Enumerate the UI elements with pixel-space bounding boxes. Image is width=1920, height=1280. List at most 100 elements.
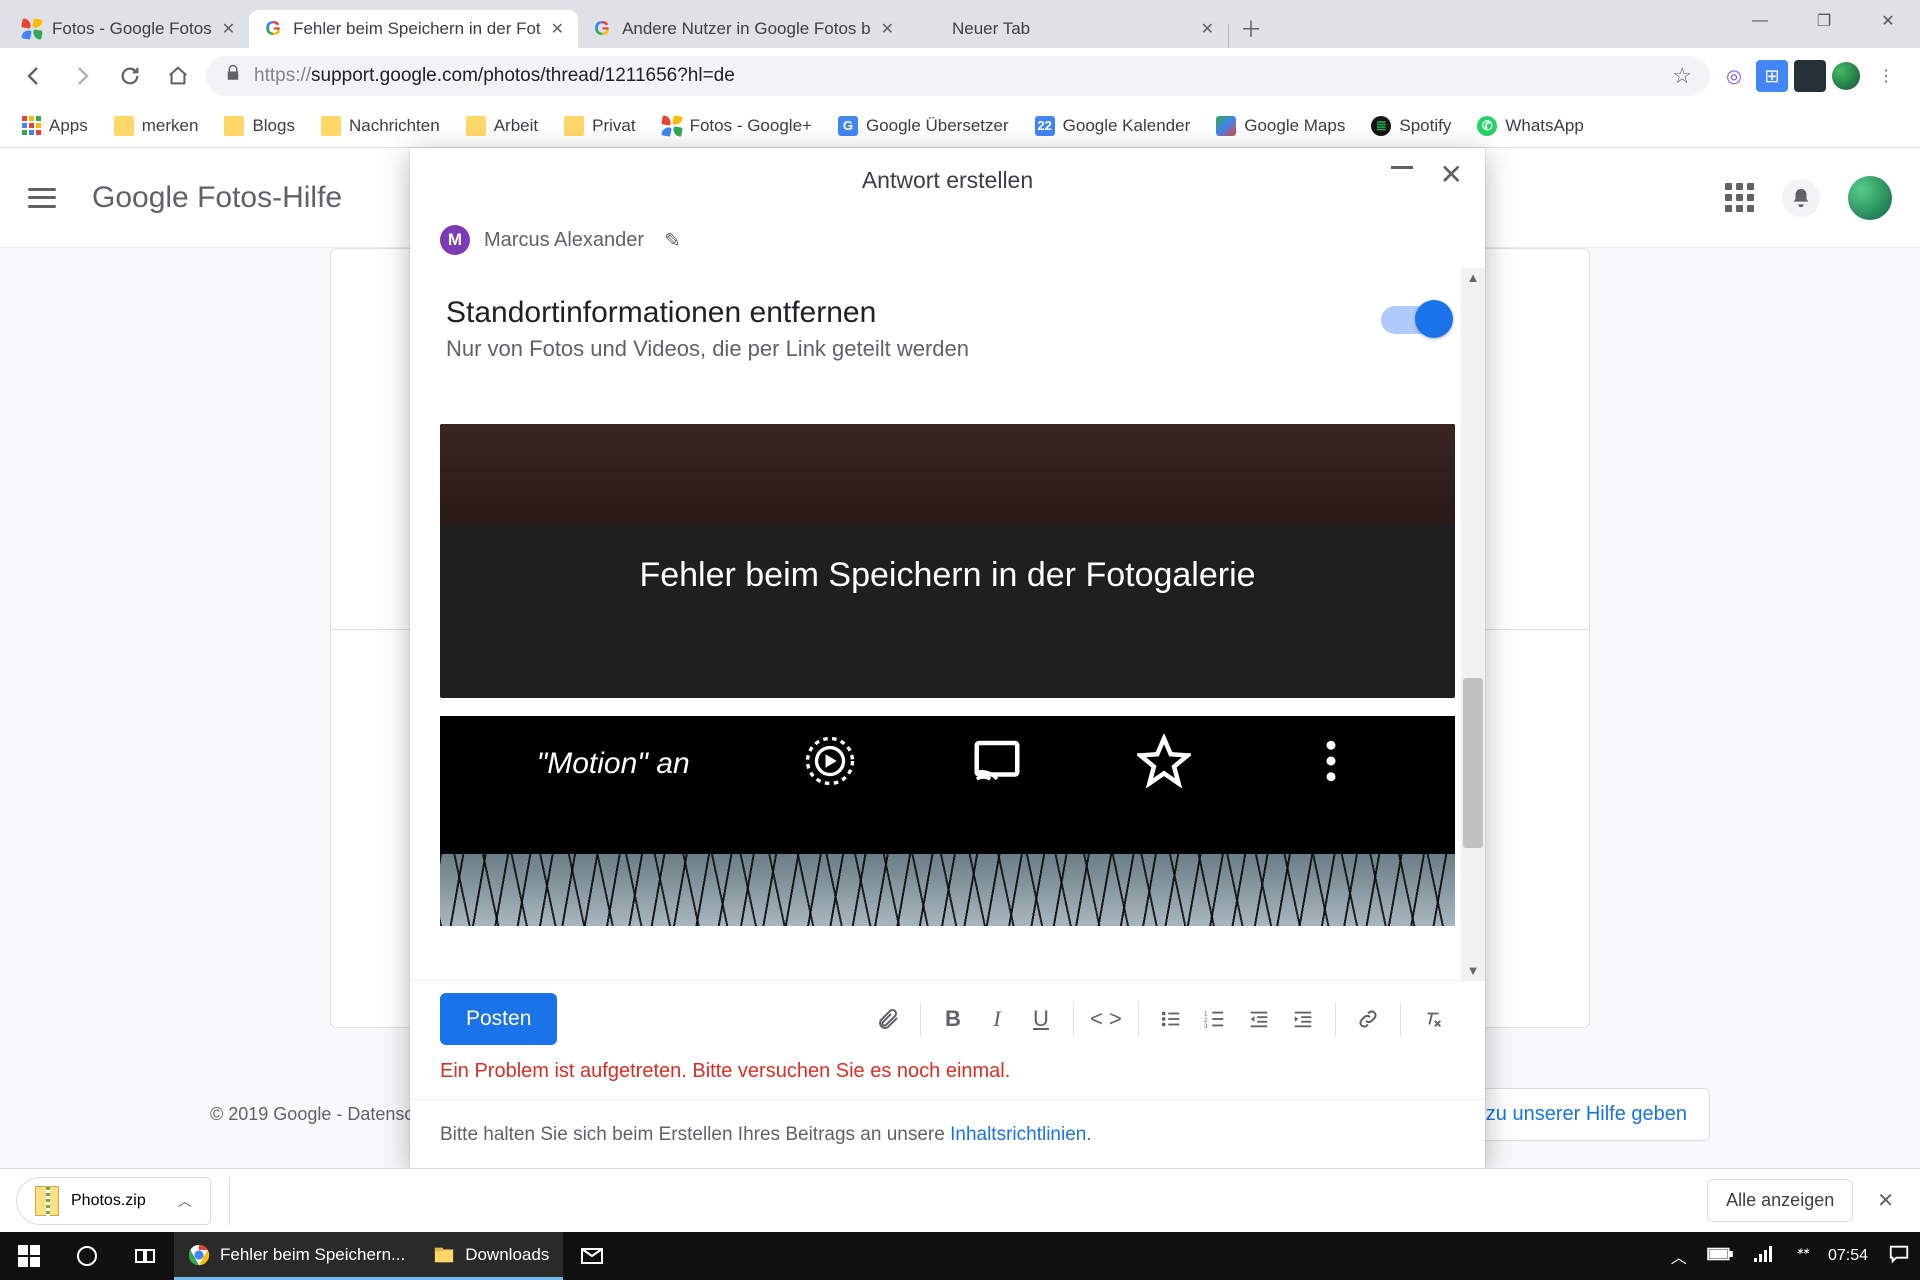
hamburger-icon[interactable] [28, 188, 56, 208]
close-window-button[interactable]: ✕ [1856, 0, 1920, 42]
bold-icon[interactable]: B [931, 997, 975, 1041]
network-icon[interactable] [1753, 1246, 1775, 1267]
scroll-down-icon[interactable]: ▼ [1461, 963, 1485, 978]
chrome-menu-button[interactable]: ⋮ [1866, 56, 1906, 96]
system-tray: ︿ ᕯ 07:54 [1671, 1243, 1920, 1270]
google-g-icon: G [263, 19, 283, 39]
extension-dark-icon[interactable] [1794, 60, 1826, 92]
indent-icon[interactable] [1281, 997, 1325, 1041]
bookmark-fotos-gplus[interactable]: Fotos - Google+ [650, 110, 824, 142]
extension-grid-icon[interactable]: ⊞ [1756, 60, 1788, 92]
back-button[interactable] [14, 56, 54, 96]
link-icon[interactable] [1346, 997, 1390, 1041]
maximize-button[interactable]: ❐ [1792, 0, 1856, 42]
zip-icon [35, 1186, 59, 1216]
toggle-switch[interactable] [1381, 306, 1449, 334]
clear-format-icon[interactable] [1411, 997, 1455, 1041]
bookmark-maps[interactable]: Google Maps [1204, 110, 1357, 142]
new-tab-button[interactable]: ＋ [1235, 12, 1267, 44]
screenshot-text: Fehler beim Speichern in der Fotogalerie [440, 452, 1455, 698]
input-indicator-icon[interactable]: ᕯ [1795, 1247, 1808, 1265]
blank-favicon [922, 19, 942, 39]
tab-label: Fotos - Google Fotos [52, 19, 212, 39]
underline-icon[interactable]: U [1019, 997, 1063, 1041]
close-icon[interactable]: ✕ [881, 19, 894, 39]
dialog-body[interactable]: Standortinformationen entfernen Nur von … [410, 268, 1485, 980]
bookmarks-bar: Apps merken Blogs Nachrichten Arbeit Pri… [0, 104, 1920, 148]
bookmark-folder[interactable]: Arbeit [454, 110, 550, 142]
action-center-icon[interactable] [1888, 1243, 1910, 1270]
folder-icon [114, 116, 134, 136]
forward-button[interactable] [62, 56, 102, 96]
tab-support-active[interactable]: G Fehler beim Speichern in der Fot ✕ [249, 10, 578, 48]
task-view-button[interactable] [116, 1232, 174, 1280]
post-button[interactable]: Posten [440, 993, 557, 1045]
lock-icon [224, 64, 242, 88]
clock[interactable]: 07:54 [1828, 1247, 1868, 1265]
numbered-list-icon[interactable]: 123 [1193, 997, 1237, 1041]
download-filename: Photos.zip [71, 1192, 146, 1210]
guidelines-link[interactable]: Inhaltsrichtlinien [950, 1124, 1086, 1145]
edit-icon[interactable]: ✎ [664, 228, 681, 253]
close-shelf-button[interactable]: ✕ [1867, 1182, 1904, 1219]
scroll-thumb[interactable] [1463, 678, 1483, 848]
omnibox[interactable]: https://support.google.com/photos/thread… [206, 56, 1710, 96]
bookmark-folder[interactable]: Nachrichten [309, 110, 452, 142]
close-icon[interactable]: ✕ [222, 19, 235, 39]
bookmark-spotify[interactable]: ≣Spotify [1359, 110, 1463, 142]
tab-neuer[interactable]: Neuer Tab ✕ [908, 10, 1228, 48]
tab-andere[interactable]: G Andere Nutzer in Google Fotos b ✕ [578, 10, 908, 48]
close-icon[interactable]: ✕ [551, 19, 564, 39]
bookmark-folder[interactable]: merken [102, 110, 211, 142]
cast-icon [970, 734, 1024, 793]
tab-label: Neuer Tab [952, 19, 1191, 39]
setting-subtitle: Nur von Fotos und Videos, die per Link g… [446, 336, 969, 362]
cortana-button[interactable] [58, 1232, 116, 1280]
profile-avatar[interactable] [1832, 62, 1860, 90]
svg-text:3: 3 [1204, 1023, 1208, 1030]
bookmark-folder[interactable]: Privat [552, 110, 647, 142]
account-avatar[interactable] [1848, 176, 1892, 220]
separator [229, 1177, 230, 1225]
show-all-downloads-button[interactable]: Alle anzeigen [1707, 1179, 1853, 1222]
dialog-titlebar: Antwort erstellen ✕ [410, 148, 1485, 212]
minimize-button[interactable]: — [1728, 0, 1792, 42]
apps-shortcut[interactable]: Apps [10, 110, 100, 142]
home-button[interactable] [158, 56, 198, 96]
scroll-up-icon[interactable]: ▲ [1461, 270, 1485, 285]
taskbar-mail-icon[interactable] [563, 1232, 621, 1280]
attach-icon[interactable] [866, 997, 910, 1041]
battery-icon[interactable] [1707, 1247, 1733, 1266]
download-item[interactable]: Photos.zip ︿ [16, 1177, 211, 1225]
chevron-up-icon[interactable]: ︿ [178, 1191, 192, 1211]
code-icon[interactable]: < > [1084, 997, 1128, 1041]
dialog-close-button[interactable]: ✕ [1440, 158, 1463, 191]
user-avatar: M [440, 225, 470, 255]
reload-button[interactable] [110, 56, 150, 96]
bookmark-translator[interactable]: GGoogle Übersetzer [826, 110, 1021, 142]
folder-icon [564, 116, 584, 136]
dialog-scrollbar[interactable]: ▲ ▼ [1461, 268, 1485, 980]
tab-label: Andere Nutzer in Google Fotos b [622, 19, 871, 39]
outdent-icon[interactable] [1237, 997, 1281, 1041]
taskbar-app-chrome[interactable]: Fehler beim Speichern... [174, 1232, 419, 1280]
bookmark-folder[interactable]: Blogs [212, 110, 307, 142]
calendar-icon: 22 [1035, 116, 1055, 136]
maps-icon [1216, 116, 1236, 136]
taskbar-app-explorer[interactable]: Downloads [419, 1232, 563, 1280]
notifications-icon[interactable] [1782, 179, 1820, 217]
bullet-list-icon[interactable] [1149, 997, 1193, 1041]
extension-purple-icon[interactable]: ◎ [1718, 60, 1750, 92]
tray-chevron-icon[interactable]: ︿ [1671, 1244, 1687, 1268]
italic-icon[interactable]: I [975, 997, 1019, 1041]
start-button[interactable] [0, 1232, 58, 1280]
bookmark-whatsapp[interactable]: ✆WhatsApp [1465, 110, 1595, 142]
tab-fotos[interactable]: Fotos - Google Fotos ✕ [8, 10, 249, 48]
dialog-minimize-button[interactable] [1391, 166, 1413, 169]
windows-taskbar: Fehler beim Speichern... Downloads ︿ ᕯ 0… [0, 1232, 1920, 1280]
bookmark-calendar[interactable]: 22Google Kalender [1023, 110, 1203, 142]
close-icon[interactable]: ✕ [1201, 19, 1214, 39]
taskbar-app-label: Downloads [465, 1245, 549, 1265]
star-icon[interactable]: ☆ [1672, 63, 1692, 89]
google-apps-icon[interactable] [1725, 183, 1754, 212]
